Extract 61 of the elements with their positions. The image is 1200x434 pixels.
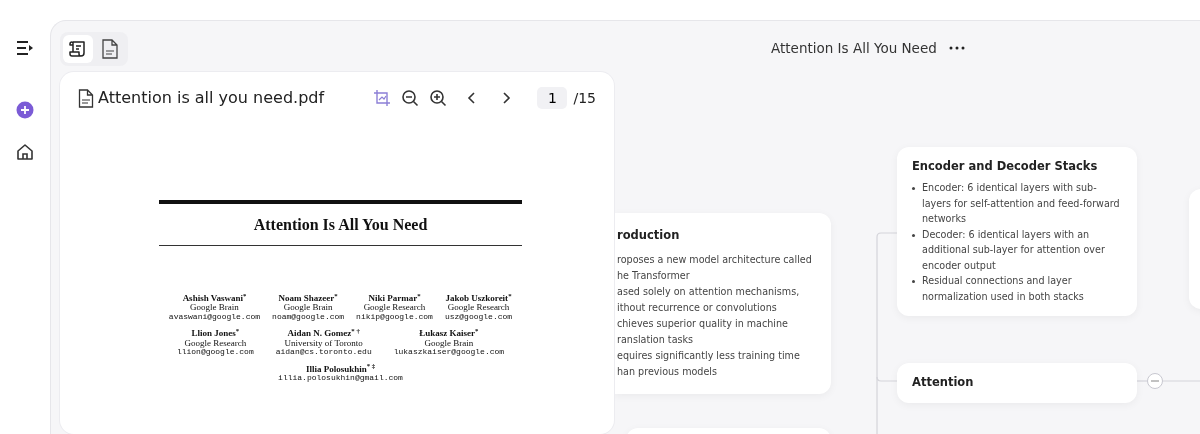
author-email: noam@google.com <box>272 312 345 322</box>
bullet-icon <box>912 187 915 191</box>
page-count: /15 <box>573 88 596 108</box>
node-text: ithout recurrence or convolutions <box>617 301 778 316</box>
node-text: Encoder: 6 identical layers with sub-layers for self-attention and feed-forward networks <box>922 181 1121 227</box>
author-name: Aidan N. Gomez$^{* †}$ <box>286 329 361 339</box>
author-affiliation: University of Toronto <box>284 338 363 348</box>
zoom-out-icon <box>401 89 420 107</box>
node-text: he Transformer <box>617 269 691 284</box>
node-text: ased solely on attention mechanisms, <box>617 285 801 300</box>
author-affiliation: Google Research <box>446 303 511 313</box>
map-title: Attention Is All You Need <box>771 39 937 58</box>
paper-title: Attention Is All You Need <box>252 215 429 235</box>
author-name: Niki Parmar$^{*}$ <box>367 294 422 304</box>
notes-tab[interactable] <box>63 35 93 63</box>
node-title: Attention <box>912 374 974 392</box>
node-text: han previous models <box>617 365 719 380</box>
author-email: aidan@cs.toronto.edu <box>275 348 372 357</box>
chevron-left-icon <box>467 91 478 105</box>
page-input[interactable]: 1 <box>537 87 568 109</box>
node-title: roduction <box>617 227 681 244</box>
author-affiliation: Google Research <box>184 338 247 348</box>
author-email: llion@google.com <box>176 348 254 357</box>
node-title: Encoder and Decoder Stacks <box>912 158 1099 175</box>
node-text: roposes a new model architecture called <box>617 253 813 268</box>
author-affiliation: Google Brain <box>282 303 334 313</box>
plus-icon <box>16 101 34 119</box>
author-name: Łukasz Kaiser$^{*}$ <box>418 329 480 339</box>
author-email: nikip@google.com <box>356 312 433 322</box>
author-name: Noam Shazeer$^{*}$ <box>277 294 339 304</box>
node-text: equires significantly less training time <box>617 349 801 364</box>
chevron-right-icon <box>501 91 512 105</box>
author-affiliation: Google Research <box>362 303 427 313</box>
author-name: Illia Polosukhin$^{* ‡}$ <box>304 364 377 374</box>
author-name: Llion Jones$^{*}$ <box>190 329 241 339</box>
author-name: Jakob Uszkoreit$^{*}$ <box>444 294 513 304</box>
more-icon <box>948 46 965 51</box>
document-icon <box>101 39 119 59</box>
author-email: illia.polosukhin@gmail.com <box>278 373 403 383</box>
file-name: Attention is all you need.pdf <box>98 87 325 109</box>
author-name: Ashish Vaswani$^{*}$ <box>181 294 248 304</box>
author-email: lukaszkaiser@google.com <box>393 348 505 357</box>
node-text: Residual connections and layer normalization used in both stacks <box>922 274 1085 304</box>
author-affiliation: Google Brain <box>424 338 474 348</box>
node-text: Decoder: 6 identical layers with an additional sub-layer for attention over encoder output <box>922 227 1106 273</box>
author-email: avaswani@google.com <box>168 312 261 322</box>
minus-icon <box>1151 380 1159 382</box>
bullet-icon <box>912 280 915 284</box>
node-text: ranslation tasks <box>617 333 695 348</box>
menu-icon <box>16 41 34 55</box>
crop-icon <box>373 89 392 107</box>
pdf-file-icon <box>78 88 94 108</box>
mind-map-node[interactable]: Attention <box>897 363 1137 403</box>
home-icon <box>16 143 34 161</box>
zoom-in-icon <box>429 89 448 107</box>
bullet-icon <box>912 233 915 237</box>
mind-map-node[interactable] <box>897 147 1137 317</box>
scroll-icon <box>68 39 88 59</box>
author-affiliation: Google Brain <box>189 303 240 313</box>
author-email: usz@google.com <box>444 312 513 322</box>
node-text: chieves superior quality in machine <box>617 317 789 332</box>
